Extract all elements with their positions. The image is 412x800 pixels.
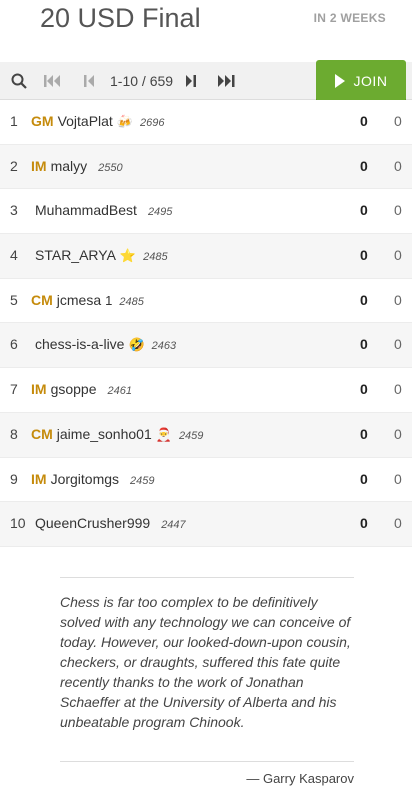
rank: 2 [10, 157, 18, 174]
player-name[interactable]: CM jaime_sonho01 🎅 2459 [31, 426, 203, 443]
username: MuhammadBest [35, 202, 137, 219]
player-name[interactable]: IM gsoppe 2461 [31, 381, 132, 397]
player-name[interactable]: MuhammadBest 2495 [31, 202, 172, 218]
flair-icon: 🤣 [128, 337, 145, 353]
quote-author: — Garry Kasparov [246, 771, 354, 786]
player-name[interactable]: chess-is-a-live 🤣 2463 [31, 336, 176, 353]
next-page-icon[interactable] [180, 70, 202, 92]
join-button[interactable]: JOIN [316, 60, 406, 101]
performance: 0 [394, 425, 402, 442]
score: 0 [360, 425, 368, 442]
score: 0 [360, 202, 368, 219]
table-row[interactable]: 7 IM gsoppe 2461 0 0 [0, 368, 412, 413]
score: 0 [360, 291, 368, 308]
title-badge: IM [31, 470, 47, 487]
search-icon[interactable] [8, 70, 30, 92]
prev-page-icon[interactable] [78, 70, 100, 92]
username: gsoppe [50, 381, 97, 398]
title-badge: CM [31, 425, 53, 442]
rating: 2459 [178, 429, 204, 442]
rank: 10 [10, 515, 26, 532]
rating: 2463 [151, 340, 177, 353]
username: QueenCrusher999 [35, 515, 151, 532]
quote-text: Chess is far too complex to be definitiv… [60, 594, 351, 730]
score: 0 [360, 336, 368, 353]
table-row[interactable]: 5 CM jcmesa 1 2485 0 0 [0, 278, 412, 324]
rank: 3 [10, 202, 18, 219]
last-page-icon[interactable] [215, 70, 237, 92]
table-row[interactable]: 8 CM jaime_sonho01 🎅 2459 0 0 [0, 412, 412, 458]
title-badge: GM [31, 113, 54, 129]
performance: 0 [394, 157, 402, 174]
player-name[interactable]: GM VojtaPlat 🍻 2696 [31, 113, 165, 130]
title-badge: IM [31, 157, 47, 174]
first-page-icon[interactable] [42, 70, 64, 92]
performance: 0 [394, 336, 402, 353]
quote-block: Chess is far too complex to be definitiv… [60, 577, 354, 786]
flair-icon: 🎅 [155, 426, 172, 442]
player-name[interactable]: QueenCrusher999 2447 [31, 515, 186, 531]
player-name[interactable]: CM jcmesa 1 2485 [31, 292, 144, 308]
rating: 2461 [107, 385, 132, 398]
performance: 0 [394, 202, 402, 219]
rank: 8 [10, 425, 18, 442]
rank: 9 [10, 470, 18, 487]
flair-icon: ⭐ [119, 248, 137, 264]
score: 0 [360, 247, 368, 264]
username: VojtaPlat [57, 113, 113, 129]
table-row[interactable]: 3 MuhammadBest 2495 0 0 [0, 189, 412, 235]
standings-table: 1 GM VojtaPlat 🍻 2696 0 0 2 IM malyy 2550 0 0… [0, 100, 412, 547]
score: 0 [360, 157, 368, 174]
tournament-title: 20 USD Final [40, 3, 201, 33]
rank: 4 [10, 247, 18, 264]
rating: 2550 [98, 161, 123, 174]
rating: 2447 [161, 519, 186, 532]
flair-icon: 1 [105, 292, 113, 308]
quote-divider [60, 761, 354, 762]
start-time-label: IN 2 WEEKS [313, 11, 386, 25]
rating: 2696 [140, 117, 165, 129]
table-row[interactable]: 6 chess-is-a-live 🤣 2463 0 0 [0, 323, 412, 369]
rank: 5 [10, 291, 18, 308]
title-badge: CM [31, 291, 53, 308]
rating: 2495 [147, 206, 173, 219]
table-row[interactable]: 2 IM malyy 2550 0 0 [0, 144, 412, 190]
score: 0 [360, 515, 368, 532]
score: 0 [360, 113, 368, 129]
performance: 0 [394, 113, 402, 129]
username: Jorgitomgs [50, 470, 120, 487]
username: jcmesa [56, 291, 102, 308]
username: chess-is-a-live [35, 336, 125, 353]
score: 0 [360, 470, 368, 487]
username: STAR_ARYA [35, 247, 116, 264]
rank: 7 [10, 381, 18, 398]
performance: 0 [394, 291, 402, 308]
title-badge: IM [31, 381, 47, 398]
table-row[interactable]: 10 QueenCrusher999 2447 0 0 [0, 502, 412, 547]
score: 0 [360, 381, 368, 398]
performance: 0 [394, 381, 402, 398]
page-count: 1-10 / 659 [110, 73, 174, 89]
performance: 0 [394, 515, 402, 532]
play-icon [334, 73, 345, 88]
rating: 2485 [119, 295, 144, 308]
rating: 2459 [130, 474, 155, 487]
username: malyy [50, 157, 88, 174]
flair-icon: 🍻 [116, 114, 134, 129]
table-row[interactable]: 1 GM VojtaPlat 🍻 2696 0 0 [0, 100, 412, 145]
username: jaime_sonho01 [56, 425, 152, 442]
player-name[interactable]: STAR_ARYA ⭐ 2485 [31, 247, 168, 264]
rank: 6 [10, 336, 18, 353]
table-row[interactable]: 9 IM Jorgitomgs 2459 0 0 [0, 457, 412, 503]
performance: 0 [394, 247, 402, 264]
rank: 1 [10, 113, 18, 129]
tournament-header: 20 USD Final IN 2 WEEKS [0, 0, 412, 60]
player-name[interactable]: IM Jorgitomgs 2459 [31, 471, 155, 487]
table-row[interactable]: 4 STAR_ARYA ⭐ 2485 0 0 [0, 234, 412, 279]
performance: 0 [394, 470, 402, 487]
rating: 2485 [143, 251, 168, 264]
player-name[interactable]: IM malyy 2550 [31, 158, 123, 174]
join-label: JOIN [353, 72, 388, 89]
